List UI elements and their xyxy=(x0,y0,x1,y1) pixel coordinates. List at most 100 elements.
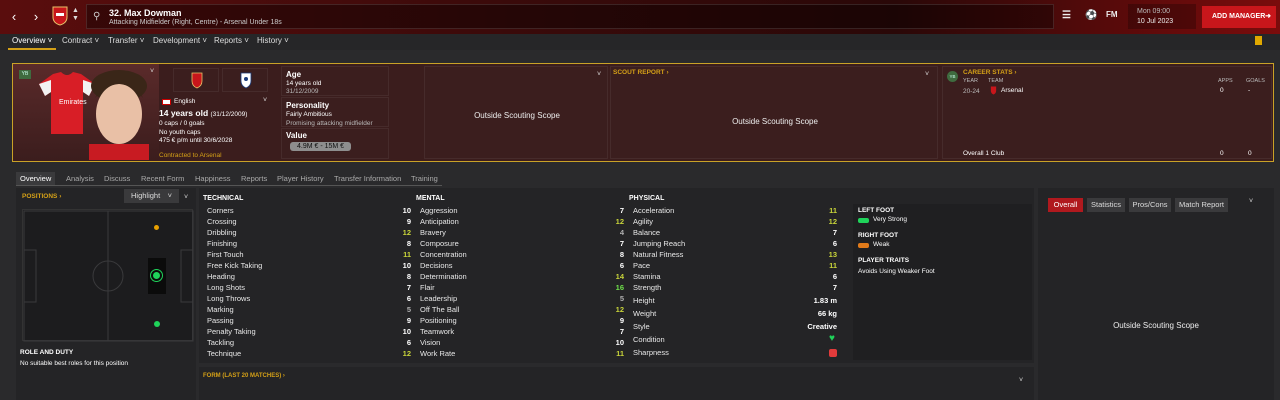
attribute-value: 13 xyxy=(828,250,837,259)
attribute-name: Penalty Taking xyxy=(207,327,256,336)
attribute-name: Free Kick Taking xyxy=(207,261,263,270)
condition-heart-icon: ♥ xyxy=(829,333,835,344)
col-apps: APPS xyxy=(1218,78,1233,84)
main-tabs: Overview ˅ Contract ˅ Transfer ˅ Develop… xyxy=(0,34,1280,50)
subtab-recent-form[interactable]: Recent Form xyxy=(137,174,188,183)
attribute-value: 16 xyxy=(615,283,624,292)
bookmark-icon[interactable] xyxy=(1255,36,1262,45)
attribute-name: Jumping Reach xyxy=(633,239,686,248)
chevron-down-icon[interactable]: ˅ xyxy=(184,194,188,201)
tab-history[interactable]: History ˅ xyxy=(257,36,289,45)
player-navigate-icon[interactable]: ▲ ▼ xyxy=(72,7,79,23)
subtab-discuss[interactable]: Discuss xyxy=(100,174,134,183)
subtab-player-history[interactable]: Player History xyxy=(273,174,328,183)
player-search-box[interactable]: ⚲ 32. Max Dowman Attacking Midfielder (R… xyxy=(86,4,1054,29)
attribute-name: Tackling xyxy=(207,338,235,347)
scout-report-title[interactable]: SCOUT REPORT › xyxy=(613,69,669,76)
youth-caps: No youth caps xyxy=(159,129,201,136)
pitch-lines xyxy=(23,210,194,342)
menu-icon[interactable]: ☰ xyxy=(1062,10,1071,21)
attribute-value: 12 xyxy=(402,228,411,237)
tab-development[interactable]: Development ˅ xyxy=(153,36,207,45)
tab-statistics[interactable]: Statistics xyxy=(1087,198,1125,212)
attribute-value: 9 xyxy=(406,316,411,325)
caps: 0 caps / 0 goals xyxy=(159,120,205,127)
top-bar: ‹ › ▲ ▼ ⚲ 32. Max Dowman Attacking Midfie… xyxy=(0,0,1280,34)
club-crest-card[interactable] xyxy=(173,68,219,92)
right-foot-title: RIGHT FOOT xyxy=(858,232,899,239)
chevron-down-icon[interactable]: ˅ xyxy=(1019,377,1023,384)
subtab-analysis[interactable]: Analysis xyxy=(62,174,98,183)
player-traits-card: PLAYER TRAITS Avoids Using Weaker Foot xyxy=(853,254,1032,360)
personality-card: Personality Fairly Ambitious Promising a… xyxy=(281,97,389,127)
chevron-down-icon[interactable]: ˅ xyxy=(150,68,154,75)
chevron-down-icon[interactable]: ˅ xyxy=(263,97,267,104)
col-year: YEAR xyxy=(963,78,978,84)
subtab-overview[interactable]: Overview xyxy=(16,172,56,185)
attribute-value: 11 xyxy=(829,261,837,270)
tab-reports[interactable]: Reports ˅ xyxy=(214,36,249,45)
attribute-value: 10 xyxy=(402,206,411,215)
attribute-name: Bravery xyxy=(420,228,446,237)
total-apps: 0 xyxy=(1220,150,1224,157)
value-card: Value 4.9M € - 15M € xyxy=(281,128,389,159)
row-team[interactable]: Arsenal xyxy=(1001,87,1023,94)
subtab-transfer-information[interactable]: Transfer Information xyxy=(330,174,405,183)
physical-extra-name: Height xyxy=(633,296,655,305)
physical-extra-name: Sharpness xyxy=(633,348,669,357)
tab-transfer[interactable]: Transfer ˅ xyxy=(108,36,144,45)
attribute-value: 6 xyxy=(832,239,837,248)
attribute-name: Work Rate xyxy=(420,349,456,358)
chevron-down-icon[interactable]: ˅ xyxy=(597,71,601,78)
current-time: Mon 09:00 xyxy=(1137,8,1171,15)
tab-overview[interactable]: Overview ˅ xyxy=(12,36,52,45)
date-box[interactable]: Mon 09:00 10 Jul 2023 xyxy=(1128,4,1196,29)
subtab-reports[interactable]: Reports xyxy=(237,174,271,183)
chevron-down-icon[interactable]: ˅ xyxy=(1249,198,1253,205)
attribute-name: Decisions xyxy=(420,261,453,270)
attribute-name: Anticipation xyxy=(420,217,459,226)
attribute-value: 10 xyxy=(615,338,624,347)
fm-logo[interactable]: FM xyxy=(1106,10,1118,19)
position-dot-natural xyxy=(154,321,160,327)
attribute-value: 7 xyxy=(832,228,837,237)
attribute-name: Teamwork xyxy=(420,327,455,336)
nation-crest-card[interactable] xyxy=(222,68,268,92)
form-title[interactable]: FORM (LAST 20 MATCHES) › xyxy=(203,373,285,379)
attribute-name: Aggression xyxy=(420,206,458,215)
tab-match-report[interactable]: Match Report xyxy=(1175,198,1228,212)
attribute-name: Natural Fitness xyxy=(633,250,684,259)
positions-title[interactable]: POSITIONS › xyxy=(22,193,61,200)
chevron-right-icon[interactable]: › xyxy=(28,9,44,25)
attribute-name: Technique xyxy=(207,349,242,358)
subtab-divider xyxy=(16,185,442,186)
ball-icon[interactable]: ⚽ xyxy=(1085,10,1097,21)
position-dot-primary xyxy=(151,270,162,281)
arsenal-crest-icon xyxy=(990,86,997,95)
attribute-value: 7 xyxy=(619,327,624,336)
tab-contract[interactable]: Contract ˅ xyxy=(62,36,99,45)
left-foot-title: LEFT FOOT xyxy=(858,207,895,214)
chevron-down-icon[interactable]: ˅ xyxy=(925,71,929,78)
subtab-happiness[interactable]: Happiness xyxy=(191,174,234,183)
attribute-name: Heading xyxy=(207,272,235,281)
add-manager-label: ADD MANAGER xyxy=(1212,13,1266,20)
attribute-name: Positioning xyxy=(420,316,457,325)
left-foot-card: LEFT FOOT Very Strong xyxy=(853,204,1032,230)
subtab-training[interactable]: Training xyxy=(407,174,442,183)
age-value: 14 years old xyxy=(286,80,322,87)
tab-overall[interactable]: Overall xyxy=(1048,198,1083,212)
career-stats-title[interactable]: CAREER STATS › xyxy=(963,69,1017,76)
attribute-value: 8 xyxy=(406,272,411,281)
tab-pros-cons[interactable]: Pros/Cons xyxy=(1129,198,1171,212)
pitch-diagram xyxy=(22,209,194,342)
england-flag-icon xyxy=(162,99,171,105)
contracted-to[interactable]: Contracted to Arsenal xyxy=(159,152,222,159)
attribute-name: Crossing xyxy=(207,217,237,226)
attribute-value: 9 xyxy=(619,316,624,325)
attribute-name: Composure xyxy=(420,239,459,248)
add-manager-button[interactable]: ADD MANAGER ➜ xyxy=(1202,6,1276,28)
boot-icon xyxy=(858,218,869,223)
highlight-dropdown[interactable]: Highlight ˅ xyxy=(124,189,179,203)
chevron-left-icon[interactable]: ‹ xyxy=(6,9,22,25)
